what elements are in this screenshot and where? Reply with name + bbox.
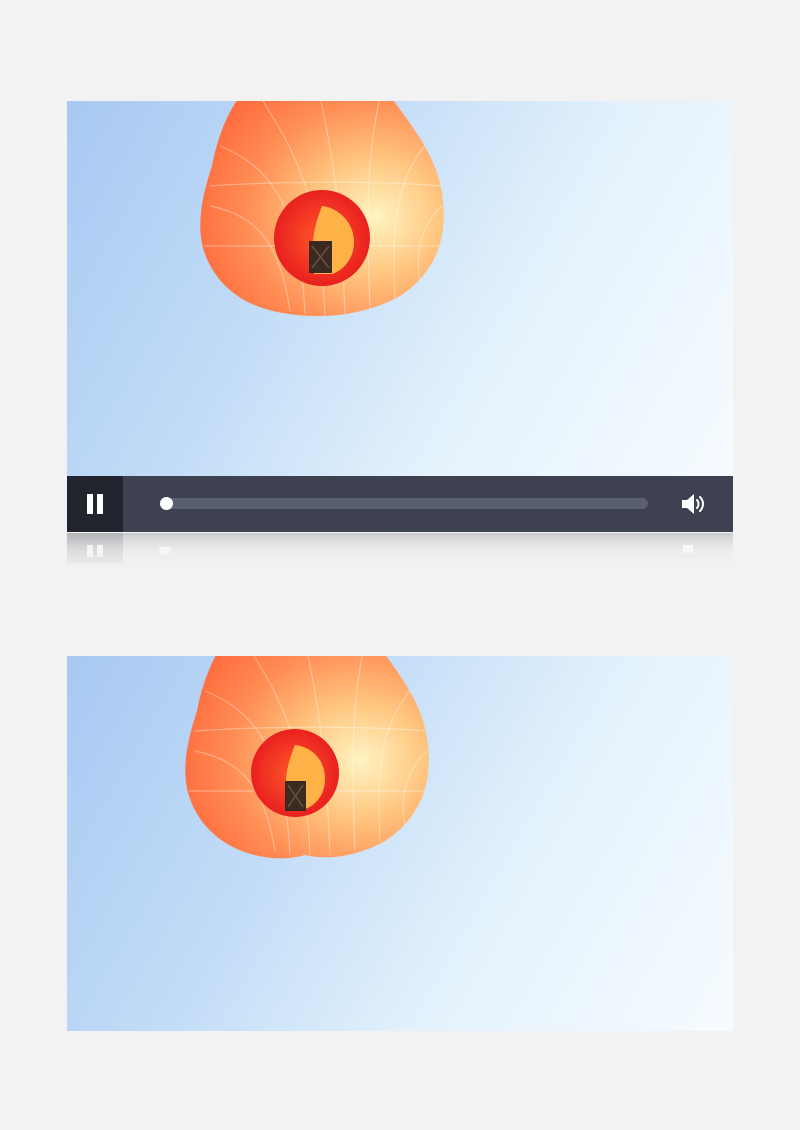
video-frame-top[interactable] — [67, 101, 733, 476]
progress-thumb-reflection — [159, 547, 171, 555]
control-bar-reflection — [67, 533, 733, 573]
balloon-image — [185, 656, 429, 859]
progress-bar[interactable] — [160, 497, 648, 510]
video-frame-bottom[interactable] — [67, 656, 733, 1031]
balloon-image — [200, 101, 444, 317]
volume-button[interactable] — [677, 488, 711, 520]
volume-icon-reflection — [683, 545, 693, 553]
pause-icon — [87, 494, 103, 514]
balloon-basket — [309, 241, 332, 273]
progress-thumb[interactable] — [160, 497, 173, 510]
pause-icon-reflection — [87, 545, 93, 557]
pause-button[interactable] — [67, 476, 123, 532]
volume-high-icon — [682, 494, 704, 514]
video-control-bar — [67, 476, 733, 532]
balloon-basket — [285, 781, 306, 811]
pause-button-reflection — [67, 533, 123, 563]
